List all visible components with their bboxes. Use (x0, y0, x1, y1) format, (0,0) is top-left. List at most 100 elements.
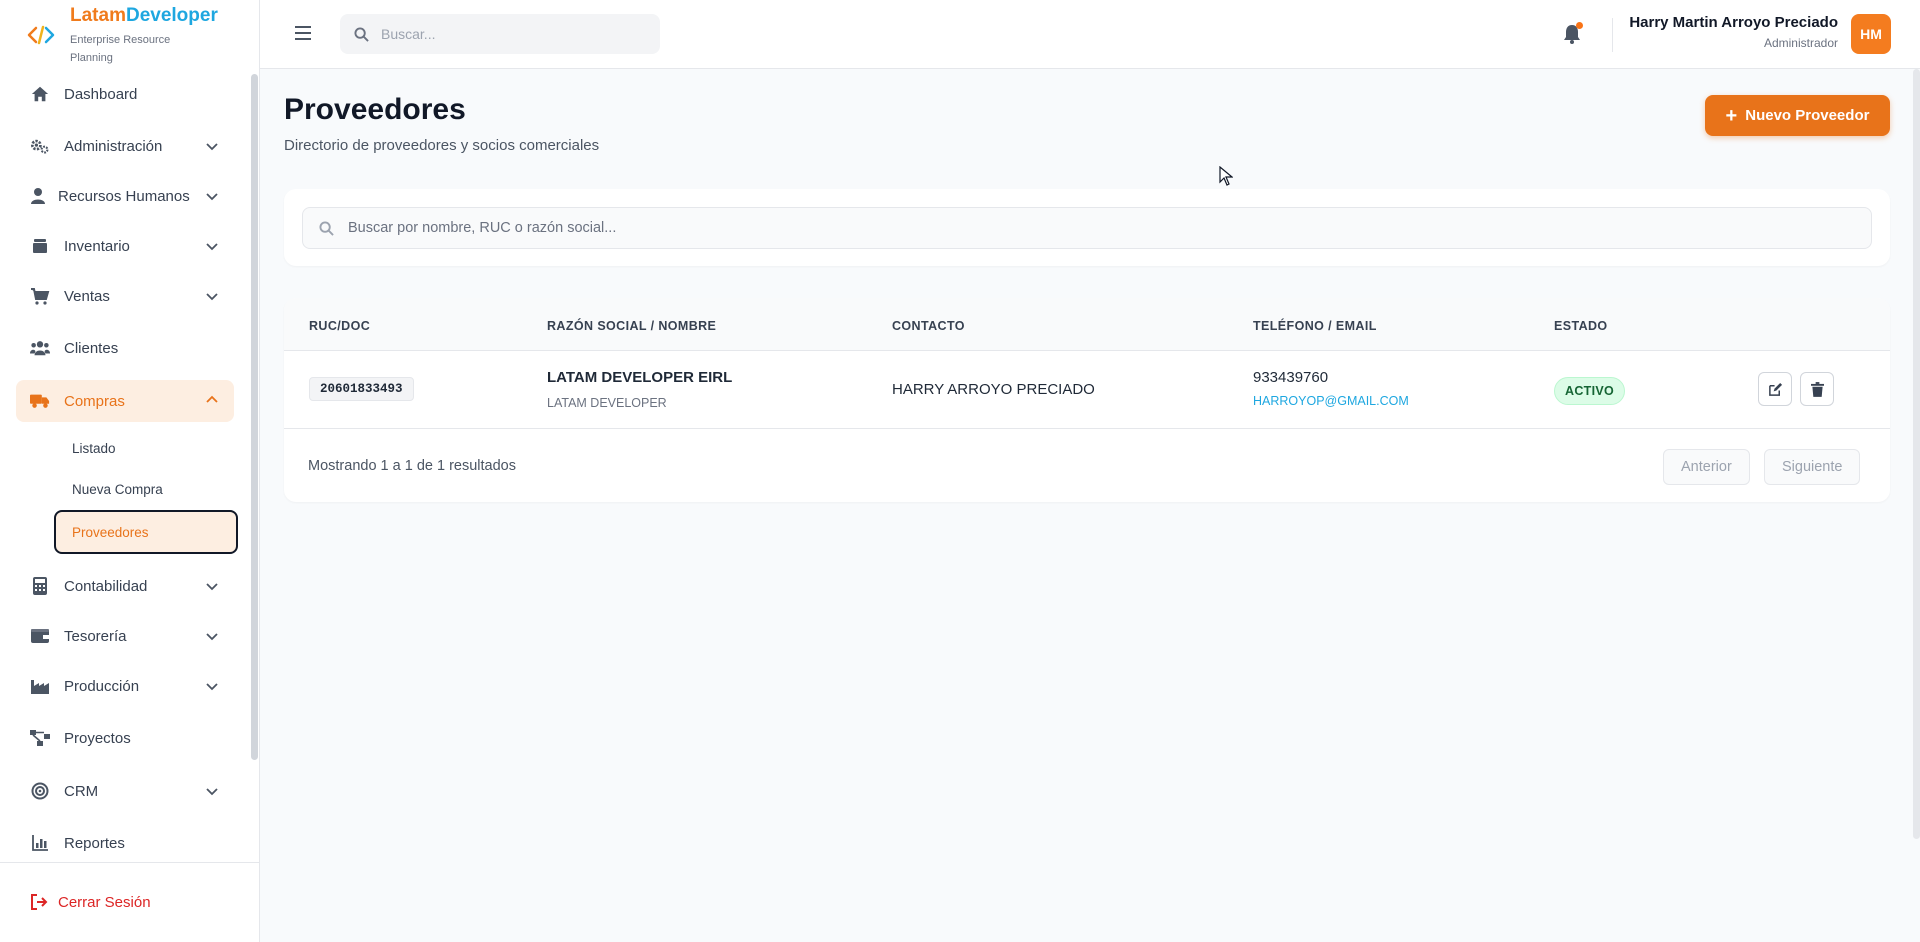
supplier-trade-name: LATAM DEVELOPER (547, 396, 667, 410)
edit-icon (1768, 382, 1782, 396)
gears-icon (30, 136, 50, 156)
top-search-box[interactable] (340, 14, 660, 54)
users-icon (30, 338, 50, 358)
chart-bar-icon (30, 833, 50, 853)
chevron-down-icon (206, 193, 218, 201)
table-header: RUC/DOC RAZÓN SOCIAL / NOMBRE CONTACTO T… (284, 298, 1890, 351)
column-header-estado[interactable]: ESTADO (1554, 319, 1608, 333)
sidebar-item-produccion[interactable]: Producción (16, 666, 234, 706)
user-info[interactable]: Harry Martin Arroyo Preciado Administrad… (1629, 14, 1838, 50)
wallet-icon (30, 626, 50, 646)
sidebar-nav: Dashboard Administración Recursos Humano… (0, 74, 250, 863)
column-header-contacto[interactable]: CONTACTO (892, 319, 965, 333)
sidebar-item-label: Tesorería (64, 627, 127, 645)
bullseye-icon (30, 781, 50, 801)
calculator-icon (30, 576, 50, 596)
sidebar-item-administracion[interactable]: Administración (16, 126, 234, 166)
user-name: Harry Martin Arroyo Preciado (1629, 14, 1838, 31)
brand-name: LatamDeveloper (70, 5, 218, 26)
subnav-proveedores[interactable]: Proveedores (54, 510, 238, 554)
sidebar-item-label: Proyectos (64, 729, 131, 747)
sidebar-item-label: CRM (64, 782, 99, 800)
sidebar-item-label: Recursos Humanos (58, 187, 190, 205)
subnav-nueva-compra[interactable]: Nueva Compra (56, 473, 250, 505)
column-header-ruc[interactable]: RUC/DOC (309, 319, 370, 333)
user-role: Administrador (1763, 36, 1838, 50)
chevron-down-icon (206, 633, 218, 641)
mouse-cursor-icon (1219, 166, 1233, 186)
column-header-razon-social[interactable]: RAZÓN SOCIAL / NOMBRE (547, 319, 716, 333)
logout-section: Cerrar Sesión (0, 862, 259, 942)
previous-page-button[interactable]: Anterior (1663, 449, 1750, 485)
sidebar-item-label: Administración (64, 137, 163, 155)
chevron-down-icon (206, 788, 218, 796)
filter-card (284, 189, 1890, 266)
sidebar-item-clientes[interactable]: Clientes (16, 328, 234, 368)
suppliers-table: RUC/DOC RAZÓN SOCIAL / NOMBRE CONTACTO T… (284, 298, 1890, 502)
delete-button[interactable] (1800, 372, 1834, 406)
supplier-phone: 933439760 (1253, 369, 1329, 386)
search-icon (354, 26, 369, 42)
supplier-email[interactable]: HARROYOP@GMAIL.COM (1253, 394, 1409, 408)
new-supplier-button[interactable]: + Nuevo Proveedor (1705, 95, 1890, 136)
chevron-down-icon (206, 143, 218, 151)
sidebar: LatamDeveloper Enterprise Resource Plann… (0, 0, 260, 942)
truck-icon (30, 391, 50, 411)
sidebar-item-label: Ventas (64, 287, 110, 305)
column-header-telefono-email[interactable]: TELÉFONO / EMAIL (1253, 319, 1377, 333)
home-icon (30, 84, 50, 104)
sidebar-item-recursos-humanos[interactable]: Recursos Humanos (16, 176, 234, 216)
sidebar-item-crm[interactable]: CRM (16, 771, 234, 811)
user-icon (28, 186, 48, 206)
logout-button[interactable]: Cerrar Sesión (30, 893, 151, 911)
new-supplier-label: Nuevo Proveedor (1745, 107, 1870, 124)
chevron-up-icon (206, 395, 218, 403)
chevron-down-icon (206, 583, 218, 591)
subnav-listado[interactable]: Listado (56, 432, 250, 464)
hamburger-menu-icon[interactable] (294, 24, 312, 42)
supplier-search-input[interactable] (348, 220, 1848, 236)
sidebar-item-compras[interactable]: Compras (16, 380, 234, 422)
page-subtitle: Directorio de proveedores y socios comer… (284, 137, 600, 154)
sidebar-item-label: Producción (64, 677, 140, 695)
sidebar-item-proyectos[interactable]: Proyectos (16, 718, 234, 758)
search-icon (319, 220, 334, 236)
sidebar-item-label: Dashboard (64, 85, 138, 103)
sidebar-scrollbar[interactable] (251, 74, 258, 760)
supplier-name: LATAM DEVELOPER EIRL (547, 369, 733, 386)
sidebar-item-label: Compras (64, 392, 125, 410)
edit-button[interactable] (1758, 372, 1792, 406)
cart-icon (30, 286, 50, 306)
table-row[interactable]: 20601833493 LATAM DEVELOPER EIRL LATAM D… (284, 351, 1890, 429)
notifications-button[interactable] (1560, 22, 1584, 46)
brand[interactable]: LatamDeveloper Enterprise Resource Plann… (0, 0, 259, 68)
avatar[interactable]: HM (1851, 14, 1891, 54)
supplier-search-box[interactable] (302, 207, 1872, 249)
sidebar-item-tesoreria[interactable]: Tesorería (16, 616, 234, 656)
chevron-down-icon (206, 293, 218, 301)
notification-dot (1576, 22, 1583, 29)
trash-icon (1810, 381, 1824, 397)
pagination-summary: Mostrando 1 a 1 de 1 resultados (308, 458, 516, 474)
sidebar-item-label: Inventario (64, 237, 130, 255)
chevron-down-icon (206, 683, 218, 691)
top-search-input[interactable] (381, 26, 641, 42)
sidebar-item-dashboard[interactable]: Dashboard (16, 74, 234, 114)
logout-label: Cerrar Sesión (58, 893, 151, 911)
sidebar-item-label: Contabilidad (64, 577, 148, 595)
box-icon (30, 236, 50, 256)
next-page-button[interactable]: Siguiente (1764, 449, 1861, 485)
chevron-down-icon (206, 243, 218, 251)
ruc-badge: 20601833493 (309, 377, 414, 401)
sidebar-item-contabilidad[interactable]: Contabilidad (16, 566, 234, 606)
page-title: Proveedores (284, 93, 466, 126)
brand-subtitle: Enterprise Resource Planning (70, 34, 171, 64)
sidebar-item-ventas[interactable]: Ventas (16, 276, 234, 316)
supplier-contact: HARRY ARROYO PRECIADO (892, 381, 1095, 398)
topbar: Harry Martin Arroyo Preciado Administrad… (260, 0, 1920, 69)
project-diagram-icon (30, 728, 50, 748)
sidebar-item-reportes[interactable]: Reportes (16, 823, 234, 863)
page-scrollbar[interactable] (1913, 69, 1920, 839)
sidebar-item-inventario[interactable]: Inventario (16, 226, 234, 266)
divider (1612, 18, 1613, 52)
